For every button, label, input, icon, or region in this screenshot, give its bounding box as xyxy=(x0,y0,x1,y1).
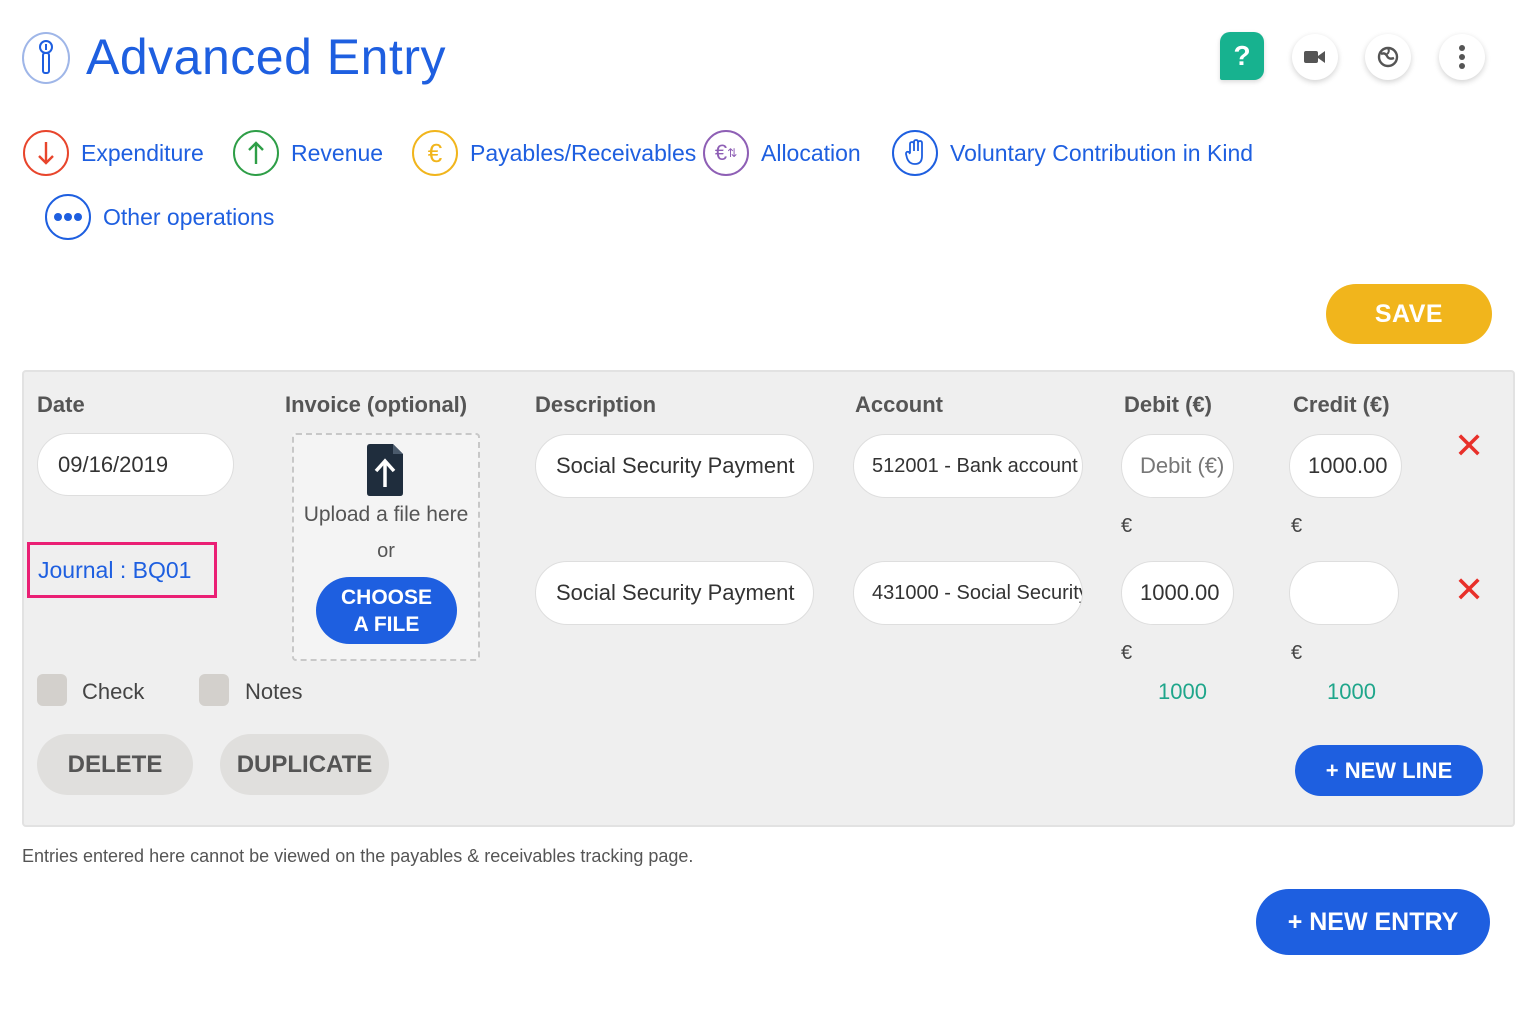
new-line-button[interactable]: + NEW LINE xyxy=(1295,745,1483,796)
dots-icon xyxy=(45,194,91,240)
currency-label: € xyxy=(1291,642,1303,664)
file-upload-icon xyxy=(365,443,405,502)
description-field[interactable]: Social Security Payment xyxy=(535,434,814,498)
credit-field[interactable] xyxy=(1289,561,1399,625)
choose-file-label-2: A FILE xyxy=(353,612,420,636)
op-label: Other operations xyxy=(103,203,275,230)
remove-line-icon[interactable]: ✕ xyxy=(1454,428,1484,464)
notes-label: Notes xyxy=(245,679,303,704)
credit-field[interactable]: 1000.00 xyxy=(1289,434,1402,498)
column-header-description: Description xyxy=(535,392,657,417)
debit-total: 1000 xyxy=(1158,679,1207,704)
choose-file-label-1: CHOOSE xyxy=(340,585,432,609)
remove-line-icon[interactable]: ✕ xyxy=(1454,572,1484,608)
save-button[interactable]: SAVE xyxy=(1326,284,1492,344)
hand-icon xyxy=(892,130,938,176)
check-checkbox[interactable] xyxy=(37,674,67,706)
debit-field[interactable]: 1000.00 xyxy=(1121,561,1234,625)
account-field[interactable]: 431000 - Social Security xyxy=(853,561,1083,625)
op-label: Revenue xyxy=(291,139,384,166)
currency-label: € xyxy=(1291,515,1303,537)
or-text: or xyxy=(377,540,395,562)
video-camera-icon[interactable] xyxy=(1292,34,1338,80)
new-entry-button[interactable]: + NEW ENTRY xyxy=(1256,889,1490,955)
key-icon xyxy=(22,32,70,84)
column-header-date: Date xyxy=(37,392,85,417)
delete-button[interactable]: DELETE xyxy=(37,734,193,795)
op-voluntary-contribution[interactable]: Voluntary Contribution in Kind xyxy=(892,130,1253,176)
op-label: Payables/Receivables xyxy=(470,139,697,166)
choose-file-button[interactable]: CHOOSE A FILE xyxy=(316,577,457,644)
op-label: Voluntary Contribution in Kind xyxy=(950,139,1254,166)
op-label: Expenditure xyxy=(81,139,204,166)
upload-text: Upload a file here xyxy=(303,503,469,526)
date-field[interactable]: 09/16/2019 xyxy=(37,433,234,496)
help-button[interactable]: ? xyxy=(1220,32,1264,80)
debit-field[interactable]: Debit (€) xyxy=(1121,434,1234,498)
arrow-down-icon xyxy=(23,130,69,176)
euro-exchange-icon: € ⇅ xyxy=(703,130,749,176)
column-header-invoice: Invoice (optional) xyxy=(285,392,468,417)
currency-label: € xyxy=(1121,642,1133,664)
globe-icon[interactable] xyxy=(1365,34,1411,80)
column-header-account: Account xyxy=(855,392,943,417)
account-field[interactable]: 512001 - Bank account xyxy=(853,434,1083,498)
op-expenditure[interactable]: Expenditure xyxy=(23,130,204,176)
page-title: Advanced Entry xyxy=(86,29,446,85)
op-label: Allocation xyxy=(761,139,861,166)
credit-total: 1000 xyxy=(1327,679,1376,704)
op-other-operations[interactable]: Other operations xyxy=(45,194,274,240)
description-field[interactable]: Social Security Payment xyxy=(535,561,814,625)
op-revenue[interactable]: Revenue xyxy=(233,130,383,176)
currency-label: € xyxy=(1121,515,1133,537)
arrow-up-icon xyxy=(233,130,279,176)
column-header-debit: Debit (€) xyxy=(1124,392,1212,417)
duplicate-button[interactable]: DUPLICATE xyxy=(220,734,389,795)
notes-checkbox[interactable] xyxy=(199,674,229,706)
op-allocation[interactable]: € ⇅ Allocation xyxy=(703,130,861,176)
euro-icon: € xyxy=(412,130,458,176)
column-header-credit: Credit (€) xyxy=(1293,392,1390,417)
check-label: Check xyxy=(82,679,145,704)
more-vertical-icon[interactable] xyxy=(1439,34,1485,80)
journal-link[interactable]: Journal : BQ01 xyxy=(27,542,217,598)
op-payables-receivables[interactable]: € Payables/Receivables xyxy=(412,130,696,176)
footer-note: Entries entered here cannot be viewed on… xyxy=(22,846,694,866)
